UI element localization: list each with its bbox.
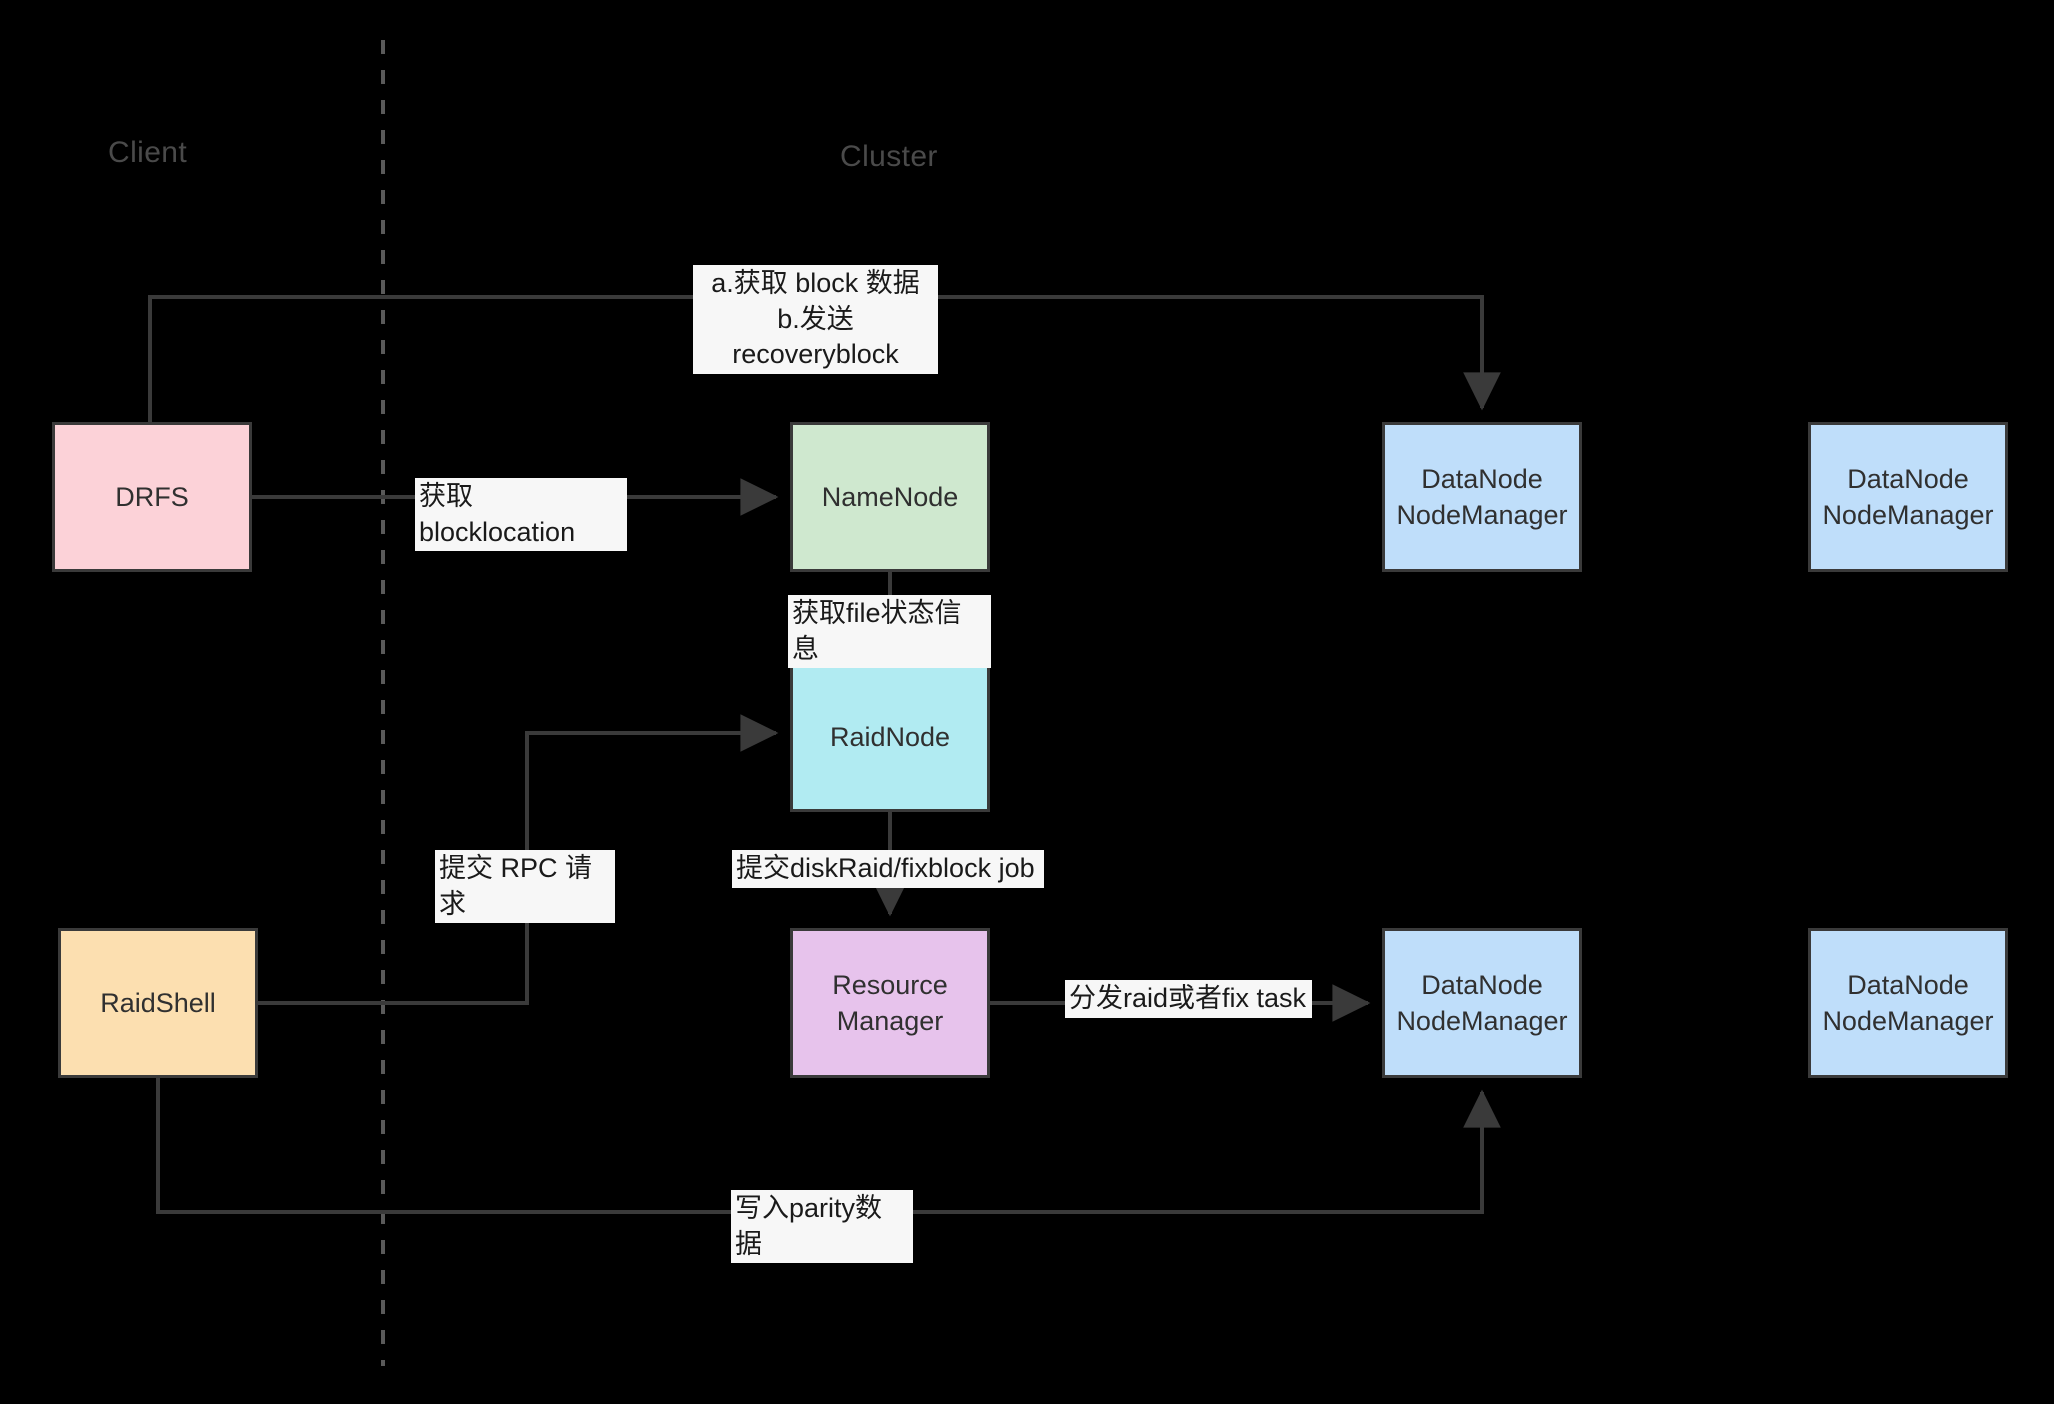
node-datanode-2[interactable]: DataNode NodeManager [1808,422,2008,572]
node-resourcemanager-label: Resource Manager [832,969,948,1036]
node-resourcemanager[interactable]: Resource Manager [790,928,990,1078]
zone-label-client: Client [108,136,188,169]
edge-label-drfs-to-namenode: 获取blocklocation [415,478,627,552]
node-datanode-4-label: DataNode NodeManager [1822,969,1994,1036]
node-raidshell-label: RaidShell [100,987,216,1018]
node-datanode-4[interactable]: DataNode NodeManager [1808,928,2008,1078]
node-datanode-3[interactable]: DataNode NodeManager [1382,928,1582,1078]
edge-label-raidshell-to-datanode-parity: 写入parity数据 [731,1190,913,1264]
node-drfs[interactable]: DRFS [52,422,252,572]
node-raidnode[interactable]: RaidNode [790,662,990,812]
connector-layer [148,40,1501,1366]
node-datanode-1-label: DataNode NodeManager [1396,463,1568,530]
zone-label-cluster: Cluster [840,140,938,173]
edge-label-raidshell-to-raidnode: 提交 RPC 请求 [435,850,615,924]
node-datanode-2-label: DataNode NodeManager [1822,463,1994,530]
node-datanode-3-label: DataNode NodeManager [1396,969,1568,1036]
edge-label-drfs-to-datanode: a.获取 block 数据 b.发送recoveryblock [693,265,938,374]
node-drfs-label: DRFS [115,481,189,512]
node-namenode[interactable]: NameNode [790,422,990,572]
node-raidshell[interactable]: RaidShell [58,928,258,1078]
diagram-canvas: Client Cluster DRFS NameNode DataNode No… [0,0,2054,1404]
edge-label-raidnode-to-resourcemanager: 提交diskRaid/fixblock job [732,850,1044,888]
edge-label-namenode-to-raidnode: 获取file状态信息 [788,595,991,669]
node-raidnode-label: RaidNode [829,721,951,752]
edge-label-resourcemanager-to-datanode: 分发raid或者fix task [1065,980,1312,1018]
node-datanode-1[interactable]: DataNode NodeManager [1382,422,1582,572]
node-namenode-label: NameNode [821,481,959,512]
